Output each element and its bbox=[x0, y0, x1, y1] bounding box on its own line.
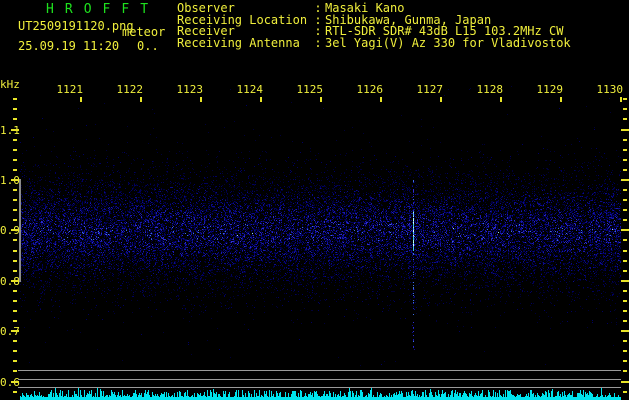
time-tick-label: 1128 bbox=[476, 83, 504, 96]
frequency-minor-tick bbox=[623, 199, 627, 202]
frequency-minor-tick bbox=[13, 98, 17, 101]
bottom-grid-line bbox=[18, 387, 621, 388]
frequency-minor-tick bbox=[13, 209, 17, 212]
hrofft-window: H R O F F T UT2509191120.png meteor 25.0… bbox=[0, 0, 629, 400]
frequency-minor-tick bbox=[623, 249, 627, 252]
time-tick bbox=[500, 97, 502, 102]
frequency-minor-tick bbox=[13, 370, 17, 373]
datetime-label: 25.09.19 11:20 bbox=[18, 39, 120, 53]
frequency-major-tick bbox=[11, 178, 19, 181]
time-tick bbox=[200, 97, 202, 102]
frequency-minor-tick bbox=[623, 340, 627, 343]
time-tick bbox=[440, 97, 442, 102]
frequency-minor-tick bbox=[13, 309, 17, 312]
time-tick-label: 1123 bbox=[176, 83, 204, 96]
frequency-minor-tick bbox=[13, 199, 17, 202]
frequency-minor-tick bbox=[13, 390, 17, 393]
frequency-minor-tick bbox=[13, 299, 17, 302]
frequency-minor-tick bbox=[13, 148, 17, 151]
info-label: Receiving Antenna bbox=[177, 35, 300, 50]
frequency-minor-tick bbox=[13, 168, 17, 171]
time-tick-label: 1126 bbox=[356, 83, 384, 96]
info-colon: : bbox=[314, 35, 322, 50]
time-tick bbox=[320, 97, 322, 102]
frequency-minor-tick bbox=[13, 249, 17, 252]
frequency-major-tick bbox=[11, 380, 19, 383]
bottom-grid-line bbox=[18, 379, 621, 380]
frequency-minor-tick bbox=[623, 138, 627, 141]
frequency-minor-tick bbox=[13, 219, 17, 222]
echo-counter: 0.. bbox=[137, 39, 159, 53]
frequency-minor-tick bbox=[623, 158, 627, 161]
app-title: H R O F F T bbox=[46, 2, 150, 17]
frequency-minor-tick bbox=[623, 289, 627, 292]
frequency-minor-tick bbox=[13, 360, 17, 363]
frequency-major-tick bbox=[11, 128, 19, 131]
time-tick-label: 1129 bbox=[536, 83, 564, 96]
frequency-minor-tick bbox=[13, 239, 17, 242]
frequency-major-tick bbox=[11, 229, 19, 232]
frequency-minor-tick bbox=[623, 168, 627, 171]
time-tick bbox=[80, 97, 82, 102]
time-tick-label: 1124 bbox=[236, 83, 264, 96]
frequency-minor-tick bbox=[13, 118, 17, 121]
frequency-minor-tick bbox=[623, 269, 627, 272]
time-tick bbox=[140, 97, 142, 102]
time-tick bbox=[560, 97, 562, 102]
frequency-minor-tick bbox=[13, 289, 17, 292]
bottom-grid-line bbox=[18, 370, 621, 371]
mode-label: meteor bbox=[122, 25, 166, 39]
frequency-axis-unit: kHz bbox=[0, 78, 20, 91]
frequency-minor-tick bbox=[13, 320, 17, 323]
frequency-major-tick bbox=[621, 178, 629, 181]
time-tick-label: 1121 bbox=[56, 83, 84, 96]
time-tick-label: 1125 bbox=[296, 83, 324, 96]
frequency-minor-tick bbox=[13, 350, 17, 353]
frequency-minor-tick bbox=[13, 340, 17, 343]
frequency-minor-tick bbox=[623, 370, 627, 373]
frequency-minor-tick bbox=[13, 259, 17, 262]
time-tick bbox=[380, 97, 382, 102]
frequency-minor-tick bbox=[623, 118, 627, 121]
frequency-minor-tick bbox=[623, 108, 627, 111]
frequency-minor-tick bbox=[623, 148, 627, 151]
frequency-major-tick bbox=[621, 380, 629, 383]
station-info-block: Observer: Masaki Kano Receiving Location: S… bbox=[177, 2, 571, 50]
station-info-row: Receiving Antenna:3el Yagi(V) Az 330 for… bbox=[177, 35, 571, 50]
frequency-minor-tick bbox=[13, 158, 17, 161]
time-tick-label: 1127 bbox=[416, 83, 444, 96]
frequency-minor-tick bbox=[623, 259, 627, 262]
frequency-minor-tick bbox=[623, 299, 627, 302]
frequency-minor-tick bbox=[13, 138, 17, 141]
spectrogram-canvas bbox=[20, 84, 621, 400]
frequency-minor-tick bbox=[623, 239, 627, 242]
time-tick-label: 1130 bbox=[596, 83, 624, 96]
frequency-minor-tick bbox=[623, 98, 627, 101]
time-tick-label: 1122 bbox=[116, 83, 144, 96]
frequency-major-tick bbox=[621, 229, 629, 232]
time-tick bbox=[620, 97, 622, 102]
frequency-minor-tick bbox=[623, 360, 627, 363]
frequency-major-tick bbox=[621, 330, 629, 333]
frequency-minor-tick bbox=[623, 350, 627, 353]
info-value: 3el Yagi(V) Az 330 for Vladivostok bbox=[325, 35, 571, 50]
frequency-minor-tick bbox=[13, 108, 17, 111]
output-filename: UT2509191120.png bbox=[18, 19, 134, 33]
frequency-minor-tick bbox=[623, 189, 627, 192]
frequency-major-tick bbox=[11, 330, 19, 333]
frequency-minor-tick bbox=[623, 209, 627, 212]
time-tick bbox=[260, 97, 262, 102]
frequency-major-tick bbox=[621, 128, 629, 131]
frequency-major-tick bbox=[621, 279, 629, 282]
frequency-minor-tick bbox=[623, 219, 627, 222]
frequency-major-tick bbox=[11, 279, 19, 282]
frequency-minor-tick bbox=[623, 309, 627, 312]
frequency-minor-tick bbox=[13, 269, 17, 272]
frequency-minor-tick bbox=[623, 320, 627, 323]
frequency-minor-tick bbox=[13, 189, 17, 192]
frequency-minor-tick bbox=[623, 390, 627, 393]
